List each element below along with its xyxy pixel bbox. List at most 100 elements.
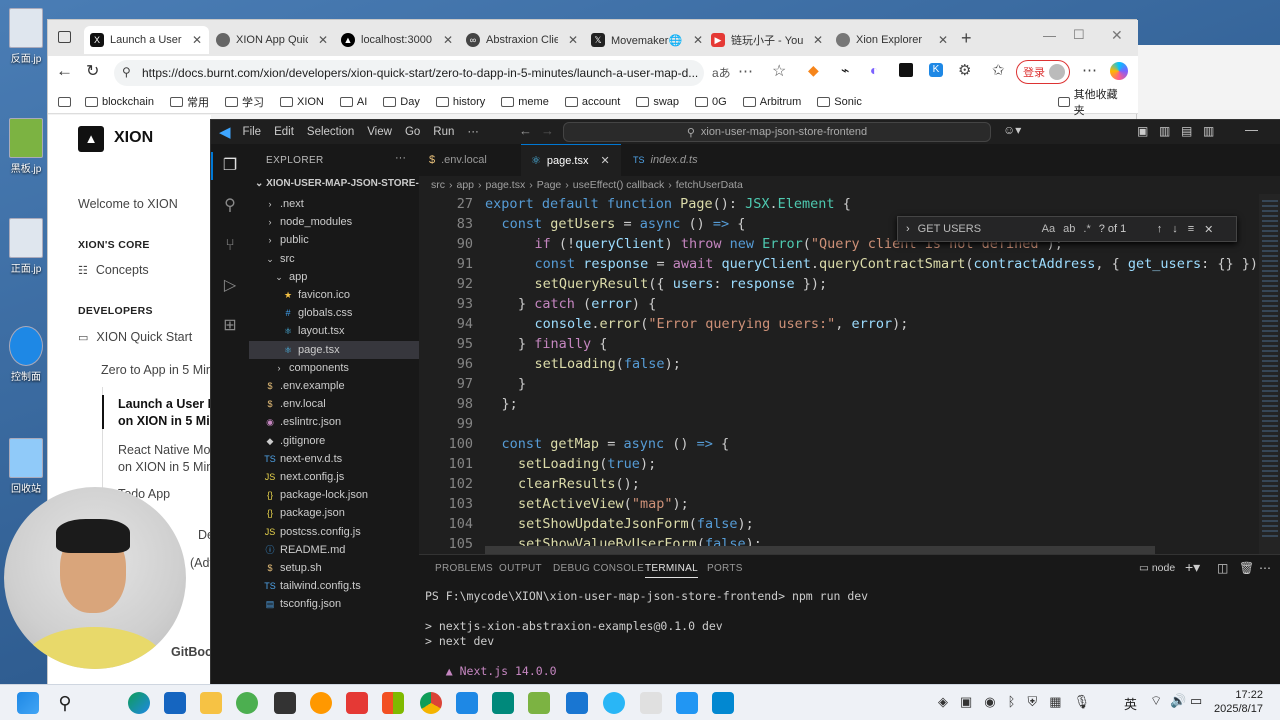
nav-quick-start[interactable]: ▭ XION Quick Start: [78, 330, 192, 344]
bookmark-item[interactable]: 学习: [224, 94, 264, 110]
chrome-icon[interactable]: [420, 692, 442, 714]
close-icon[interactable]: ✕: [443, 33, 453, 47]
minimap[interactable]: [1259, 194, 1280, 554]
tree-file[interactable]: ▤ tsconfig.json: [249, 595, 419, 613]
refresh-icon[interactable]: ↻: [86, 61, 99, 81]
favorite-star-icon[interactable]: ☆: [772, 61, 786, 81]
nav-launch-user-map[interactable]: Launch a User M: [118, 397, 218, 411]
tree-folder[interactable]: › public: [249, 231, 419, 249]
bookmark-item[interactable]: swap: [636, 94, 679, 110]
system-tray[interactable]: ◈ ▣ ◉ ᛒ ⛨ ▦ 🎙: [938, 694, 1090, 710]
site-info-icon[interactable]: ⚲: [122, 65, 131, 79]
search-icon[interactable]: ⚲: [54, 692, 76, 714]
arrow-down-icon[interactable]: ↓: [1172, 223, 1178, 235]
other-bookmarks[interactable]: 其他收藏夹: [1058, 86, 1122, 118]
app-icon[interactable]: [640, 692, 662, 714]
panel-tab[interactable]: TERMINAL: [645, 563, 698, 578]
code-line[interactable]: setLoading(true);: [518, 456, 656, 472]
defender-icon[interactable]: ⛨: [1027, 694, 1037, 710]
browser-tab[interactable]: 𝕏Movemaker🌐 A✕: [585, 26, 710, 54]
horizontal-scrollbar[interactable]: [485, 546, 1155, 554]
desktop-icon[interactable]: 正面.jp: [3, 218, 49, 275]
browser-tab[interactable]: XION App Quick✕: [210, 26, 335, 54]
breadcrumb-item[interactable]: page.tsx: [486, 179, 526, 191]
login-button[interactable]: 登录: [1016, 60, 1070, 84]
tab-actions-icon[interactable]: [58, 31, 71, 43]
tree-file[interactable]: ⚛ layout.tsx: [249, 322, 419, 340]
close-icon[interactable]: ✕: [813, 33, 823, 47]
nav-launch-user-map-line2[interactable]: on XION in 5 Min: [118, 414, 217, 428]
bookmark-item[interactable]: XION: [279, 94, 324, 110]
panel-tab[interactable]: DEBUG CONSOLE: [553, 563, 644, 574]
regex-toggle[interactable]: .*: [1083, 223, 1090, 235]
nav-zero-to-app[interactable]: Zero to App in 5 Min: [101, 363, 213, 377]
code-area[interactable]: 27 export default function Page(): JSX.El…: [419, 194, 1280, 554]
tree-folder[interactable]: ⌄ src: [249, 250, 419, 268]
bookmark-item[interactable]: meme: [501, 94, 549, 110]
nav-react-native[interactable]: React Native Mo: [118, 443, 210, 457]
close-icon[interactable]: ✕: [1204, 223, 1213, 236]
address-bar[interactable]: ⚲ https://docs.burnt.com/xion/developers…: [114, 60, 704, 86]
favorites-icon[interactable]: ✩: [992, 61, 1005, 79]
run-debug-icon[interactable]: ▷: [220, 276, 240, 296]
metamask-icon[interactable]: ◆: [808, 62, 819, 79]
code-line[interactable]: setActiveView("map");: [518, 496, 689, 512]
project-root[interactable]: ⌄ XION-USER-MAP-JSON-STORE-F...: [255, 178, 432, 189]
menu-item[interactable]: Edit: [274, 126, 294, 138]
more-icon[interactable]: ⋯: [738, 62, 753, 80]
new-tab-icon[interactable]: +: [961, 28, 972, 49]
tree-file[interactable]: ⓘ README.md: [249, 541, 419, 559]
desktop-icon[interactable]: 回收站: [3, 438, 49, 495]
maximize-icon[interactable]: ☐: [1073, 27, 1085, 43]
close-window-icon[interactable]: ✕: [1111, 27, 1123, 44]
copilot-icon[interactable]: [1110, 62, 1128, 80]
vscode-taskbar-icon[interactable]: [566, 692, 588, 714]
trash-icon[interactable]: 🗑: [1239, 561, 1254, 575]
outlook-icon[interactable]: [164, 692, 186, 714]
code-line[interactable]: } catch (error) {: [518, 296, 656, 312]
code-line[interactable]: setLoading(false);: [535, 356, 681, 372]
tree-file[interactable]: JS next.config.js: [249, 468, 419, 486]
clock[interactable]: 17:22 2025/8/17: [1214, 688, 1263, 716]
tree-folder[interactable]: › .next: [249, 195, 419, 213]
app-icon[interactable]: [528, 692, 550, 714]
store-icon[interactable]: [382, 692, 404, 714]
tree-file[interactable]: ★ favicon.ico: [249, 286, 419, 304]
bookmark-item[interactable]: Sonic: [817, 94, 862, 110]
tree-folder[interactable]: ⌄ app: [249, 268, 419, 286]
new-terminal-icon[interactable]: +▾: [1185, 559, 1200, 576]
code-line[interactable]: const getMap = async () => {: [502, 436, 730, 452]
app-icon[interactable]: [712, 692, 734, 714]
whole-word-toggle[interactable]: ab: [1063, 223, 1075, 235]
code-line[interactable]: }: [518, 376, 526, 392]
minimize-icon[interactable]: —: [1245, 122, 1258, 137]
edge-icon[interactable]: [128, 692, 150, 714]
search-icon[interactable]: ⚲: [220, 196, 240, 216]
tree-file[interactable]: $ .env.example: [249, 377, 419, 395]
code-line[interactable]: clearResults();: [518, 476, 640, 492]
code-line[interactable]: const getUsers = async () => {: [502, 216, 746, 232]
source-control-icon[interactable]: ⑂: [220, 236, 240, 256]
nav-welcome[interactable]: Welcome to XION: [78, 197, 178, 211]
app-icon[interactable]: [676, 692, 698, 714]
back-icon[interactable]: ←: [56, 61, 73, 81]
wechat-icon[interactable]: [236, 692, 258, 714]
close-icon[interactable]: ✕: [938, 33, 948, 47]
more-icon[interactable]: ···: [395, 152, 406, 164]
extension-icon[interactable]: ◐: [870, 62, 878, 78]
close-icon[interactable]: ✕: [693, 33, 703, 47]
screen-tool-icon[interactable]: [274, 692, 296, 714]
site-logo[interactable]: XION: [114, 129, 153, 147]
bluetooth-icon[interactable]: ᛒ: [1008, 694, 1016, 710]
bookmark-item[interactable]: 常用: [169, 94, 209, 110]
feishu-icon[interactable]: [456, 692, 478, 714]
breadcrumb-item[interactable]: useEffect() callback: [573, 179, 664, 191]
breadcrumb-item[interactable]: src: [431, 179, 445, 191]
nav-react-native-line2[interactable]: on XION in 5 Min: [118, 460, 213, 474]
browser-tab[interactable]: ▶链玩小子 - YouTu✕: [705, 26, 830, 54]
browser-tab[interactable]: Xion Explorer ✕: [830, 26, 955, 54]
menu-item[interactable]: ···: [467, 126, 479, 138]
extension-icon[interactable]: K: [929, 63, 943, 77]
extension-icon[interactable]: [899, 63, 913, 77]
bookmark-item[interactable]: account: [564, 94, 620, 110]
